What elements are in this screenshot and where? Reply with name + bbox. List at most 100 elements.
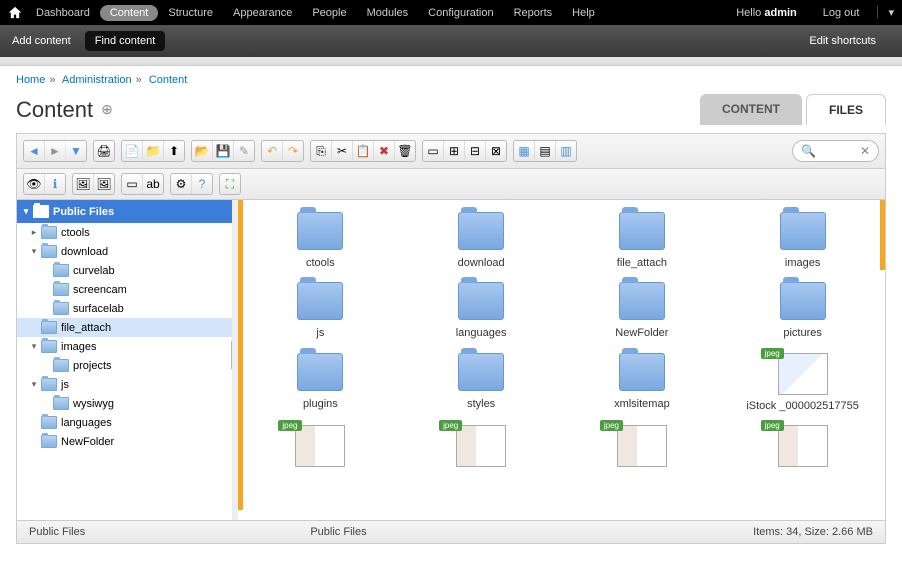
preview-icon[interactable]: 👁 bbox=[24, 174, 45, 194]
nav-help[interactable]: Help bbox=[562, 3, 605, 23]
nav-dashboard[interactable]: Dashboard bbox=[26, 3, 100, 23]
add-icon[interactable]: ⊕ bbox=[101, 101, 113, 118]
tree-node[interactable]: languages bbox=[17, 413, 232, 432]
print-icon[interactable]: 🖨 bbox=[94, 141, 114, 161]
view-list-icon[interactable]: ▤ bbox=[535, 141, 556, 161]
tree-node[interactable]: ▸ctools bbox=[17, 223, 232, 242]
search-input[interactable] bbox=[816, 144, 860, 158]
folder-icon bbox=[53, 397, 69, 410]
file-item[interactable]: jpeg bbox=[403, 421, 560, 471]
paste-icon[interactable]: 📋 bbox=[353, 141, 374, 161]
status-left: Public Files bbox=[29, 526, 310, 538]
field-icon[interactable]: ab bbox=[143, 174, 163, 194]
bc-home[interactable]: Home bbox=[16, 74, 45, 86]
tab-content[interactable]: CONTENT bbox=[700, 94, 802, 125]
view-icons-icon[interactable]: ▦ bbox=[514, 141, 535, 161]
search-box[interactable]: 🔍✕ bbox=[792, 140, 879, 162]
new-file-icon[interactable]: 📄 bbox=[122, 141, 143, 161]
nav-configuration[interactable]: Configuration bbox=[418, 3, 503, 23]
nav-structure[interactable]: Structure bbox=[158, 3, 223, 23]
tree-node[interactable]: projects bbox=[17, 356, 232, 375]
img-icon[interactable]: 🖼 bbox=[73, 174, 94, 194]
save-icon[interactable]: 💾 bbox=[213, 141, 234, 161]
folder-icon bbox=[41, 378, 57, 391]
info-icon[interactable]: ℹ bbox=[45, 174, 65, 194]
status-mid: Public Files bbox=[310, 526, 591, 538]
clear-search-icon[interactable]: ✕ bbox=[860, 144, 870, 158]
img2-icon[interactable]: 🖼 bbox=[94, 174, 114, 194]
folder-icon bbox=[297, 353, 343, 391]
delete-icon[interactable]: ✖ bbox=[374, 141, 395, 161]
folder-icon bbox=[297, 212, 343, 250]
nav-people[interactable]: People bbox=[302, 3, 356, 23]
up-button[interactable]: ▼ bbox=[66, 141, 86, 161]
thumbnail: jpeg bbox=[456, 425, 506, 467]
file-item[interactable]: file_attach bbox=[564, 208, 721, 274]
select-all-icon[interactable]: ⊞ bbox=[444, 141, 465, 161]
bc-content[interactable]: Content bbox=[149, 74, 188, 86]
edit-shortcuts-link[interactable]: Edit shortcuts bbox=[809, 35, 876, 47]
file-item[interactable]: jpegiStock _000002517755 bbox=[724, 349, 881, 417]
tree-node[interactable]: ▾images bbox=[17, 337, 232, 356]
tree-node[interactable]: surfacelab bbox=[17, 299, 232, 318]
folder-icon bbox=[619, 282, 665, 320]
tree-node[interactable]: wysiwyg bbox=[17, 394, 232, 413]
find-content-link[interactable]: Find content bbox=[85, 31, 166, 51]
nav-modules[interactable]: Modules bbox=[357, 3, 419, 23]
tab-files[interactable]: FILES bbox=[806, 94, 886, 125]
nav-reports[interactable]: Reports bbox=[504, 3, 563, 23]
file-item[interactable]: styles bbox=[403, 349, 560, 417]
upload-icon[interactable]: ⬆ bbox=[164, 141, 184, 161]
breadcrumb: Home» Administration» Content bbox=[0, 66, 902, 94]
logout-link[interactable]: Log out bbox=[813, 3, 870, 23]
file-item[interactable]: NewFolder bbox=[564, 278, 721, 344]
file-item[interactable]: jpeg bbox=[724, 421, 881, 471]
file-grid: ctoolsdownloadfile_attachimages jslanguag… bbox=[238, 200, 885, 520]
gear-icon[interactable]: ⚙ bbox=[171, 174, 192, 194]
nav-content[interactable]: Content bbox=[100, 5, 159, 21]
shortcuts-bar: Add content Find content Edit shortcuts bbox=[0, 25, 902, 57]
file-item[interactable]: js bbox=[242, 278, 399, 344]
rename-icon[interactable]: ▭ bbox=[122, 174, 143, 194]
scroll-marker bbox=[880, 200, 885, 270]
invert-icon[interactable]: ⊠ bbox=[486, 141, 506, 161]
edit-icon[interactable]: ✎ bbox=[234, 141, 254, 161]
file-item[interactable]: jpeg bbox=[242, 421, 399, 471]
expand-icon[interactable]: ⛶ bbox=[220, 174, 240, 194]
trash-icon[interactable]: 🗑 bbox=[395, 141, 415, 161]
tree-node[interactable]: NewFolder bbox=[17, 432, 232, 451]
file-item[interactable]: xmlsitemap bbox=[564, 349, 721, 417]
fwd-button[interactable]: ► bbox=[45, 141, 66, 161]
tree-node[interactable]: curvelab bbox=[17, 261, 232, 280]
redo-icon[interactable]: ↷ bbox=[283, 141, 303, 161]
copy-icon[interactable]: ⎘ bbox=[311, 141, 332, 161]
file-item[interactable]: ctools bbox=[242, 208, 399, 274]
tree-node[interactable]: ▾js bbox=[17, 375, 232, 394]
tree-node[interactable]: screencam bbox=[17, 280, 232, 299]
tree-node[interactable]: file_attach bbox=[17, 318, 232, 337]
file-item[interactable]: pictures bbox=[724, 278, 881, 344]
nav-appearance[interactable]: Appearance bbox=[223, 3, 302, 23]
home-icon[interactable] bbox=[8, 6, 22, 20]
file-item[interactable]: jpeg bbox=[564, 421, 721, 471]
add-content-link[interactable]: Add content bbox=[12, 35, 71, 47]
file-item[interactable]: languages bbox=[403, 278, 560, 344]
tree-node[interactable]: ▾download bbox=[17, 242, 232, 261]
cut-icon[interactable]: ✂ bbox=[332, 141, 353, 161]
tree-root[interactable]: ▾Public Files bbox=[17, 200, 232, 223]
back-button[interactable]: ◄ bbox=[24, 141, 45, 161]
select-icon[interactable]: ▭ bbox=[423, 141, 444, 161]
thumbnail: jpeg bbox=[295, 425, 345, 467]
bc-admin[interactable]: Administration bbox=[62, 74, 132, 86]
open-icon[interactable]: 📂 bbox=[192, 141, 213, 161]
new-folder-icon[interactable]: 📁 bbox=[143, 141, 164, 161]
undo-icon[interactable]: ↶ bbox=[262, 141, 283, 161]
file-item[interactable]: plugins bbox=[242, 349, 399, 417]
file-item[interactable]: images bbox=[724, 208, 881, 274]
folder-icon bbox=[780, 282, 826, 320]
view-small-icon[interactable]: ▥ bbox=[556, 141, 576, 161]
toolbar-toggle[interactable]: ▾ bbox=[877, 6, 894, 19]
help-icon[interactable]: ? bbox=[192, 174, 212, 194]
file-item[interactable]: download bbox=[403, 208, 560, 274]
deselect-icon[interactable]: ⊟ bbox=[465, 141, 486, 161]
